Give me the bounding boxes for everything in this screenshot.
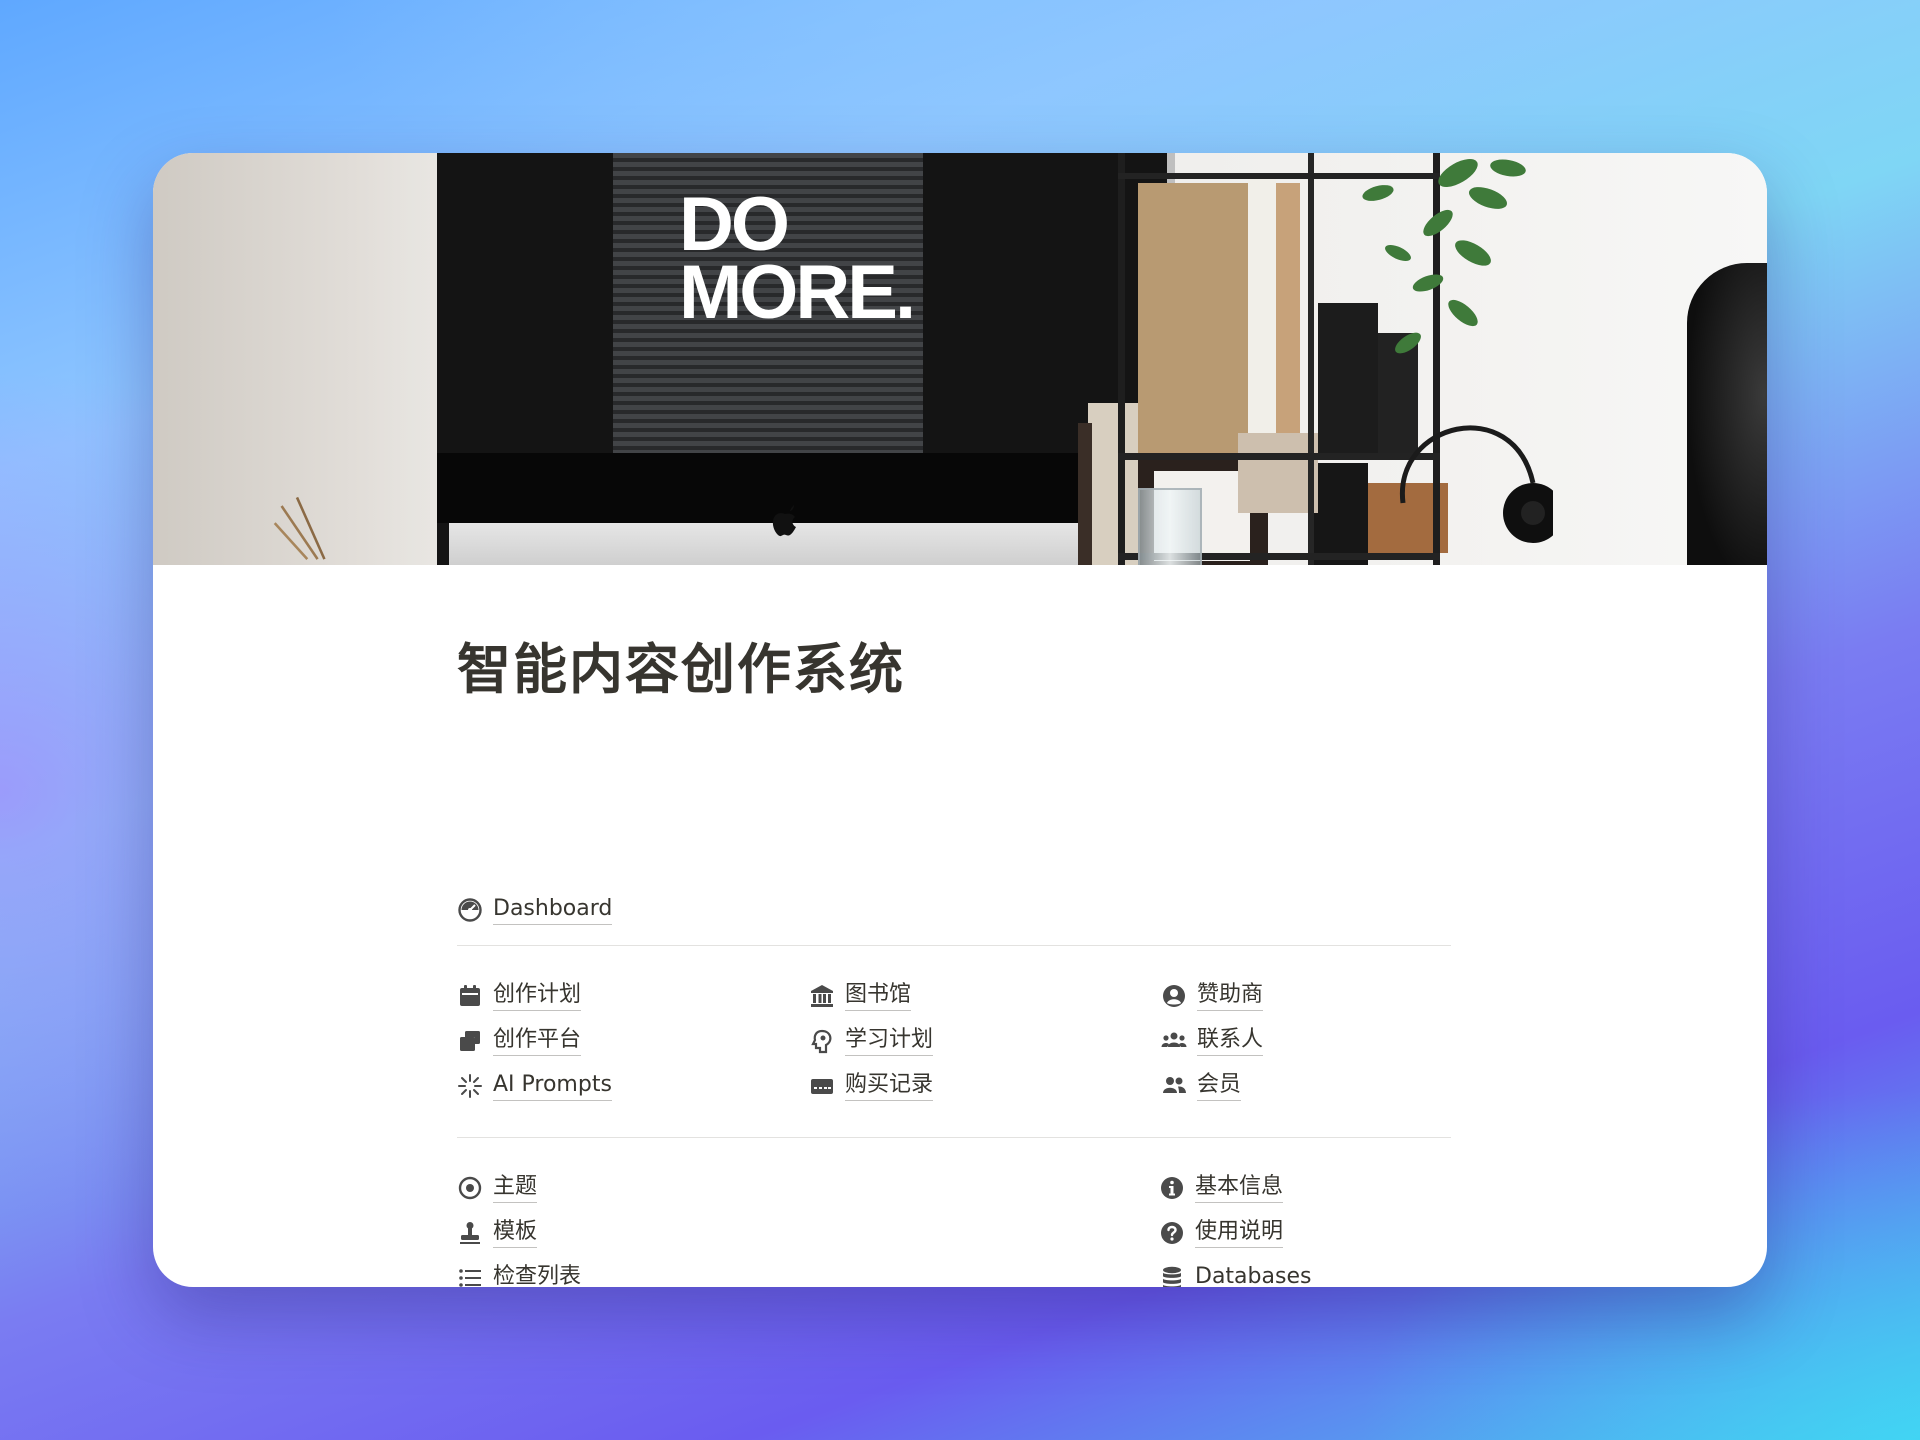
- cover-chair: [1687, 263, 1767, 565]
- info-circle-icon: [1159, 1175, 1185, 1201]
- stamp-icon: [457, 1220, 483, 1246]
- link-basic-info[interactable]: 基本信息: [1159, 1173, 1284, 1203]
- link-checklist[interactable]: 检查列表: [457, 1263, 581, 1287]
- divider-middle: [457, 1137, 1451, 1138]
- link-purchase-records-label: 购买记录: [845, 1071, 934, 1101]
- bulleted-list-icon: [457, 1265, 483, 1287]
- link-dashboard[interactable]: Dashboard: [457, 895, 613, 925]
- sparkle-burst-icon: [457, 1073, 483, 1099]
- link-members[interactable]: 会员: [1161, 1071, 1242, 1101]
- cover-reed-sticks: [273, 496, 326, 561]
- link-usage-guide-label: 使用说明: [1195, 1218, 1284, 1248]
- link-creation-platform-label: 创作平台: [493, 1026, 582, 1056]
- cover-glass: [1138, 488, 1202, 565]
- link-checklist-label: 检查列表: [493, 1263, 581, 1287]
- link-sponsors-label: 赞助商: [1197, 981, 1264, 1011]
- page-title: 智能内容创作系统: [457, 638, 905, 701]
- window-stack-icon: [457, 1028, 483, 1054]
- users-group-icon: [1161, 1028, 1187, 1054]
- link-contacts-label: 联系人: [1197, 1026, 1264, 1056]
- credit-card-icon: [809, 1073, 835, 1099]
- link-basic-info-label: 基本信息: [1195, 1173, 1284, 1203]
- link-ai-prompts-label: AI Prompts: [493, 1071, 612, 1101]
- link-themes-label: 主题: [493, 1173, 538, 1203]
- link-library-label: 图书馆: [845, 981, 912, 1011]
- cover-headphones: [1399, 425, 1553, 543]
- link-members-label: 会员: [1197, 1071, 1242, 1101]
- link-templates-label: 模板: [493, 1218, 538, 1248]
- user-circle-icon: [1161, 983, 1187, 1009]
- link-templates[interactable]: 模板: [457, 1218, 538, 1248]
- link-creation-plan[interactable]: 创作计划: [457, 981, 582, 1011]
- link-sponsors[interactable]: 赞助商: [1161, 981, 1264, 1011]
- link-databases[interactable]: Databases: [1159, 1263, 1311, 1287]
- link-usage-guide[interactable]: 使用说明: [1159, 1218, 1284, 1248]
- link-library[interactable]: 图书馆: [809, 981, 912, 1011]
- question-circle-icon: [1159, 1220, 1185, 1246]
- cover-image: DO MORE.: [153, 153, 1767, 565]
- link-databases-label: Databases: [1195, 1263, 1311, 1287]
- two-users-icon: [1161, 1073, 1187, 1099]
- cover-monitor-bottom: [437, 453, 1167, 523]
- link-study-plan-label: 学习计划: [845, 1026, 934, 1056]
- cover-monitor-text: DO MORE.: [679, 182, 916, 335]
- link-creation-plan-label: 创作计划: [493, 981, 582, 1011]
- link-ai-prompts[interactable]: AI Prompts: [457, 1071, 612, 1101]
- cover-text-line1: DO: [679, 182, 790, 267]
- cover-text-line2: MORE.: [679, 250, 916, 335]
- divider-top: [457, 945, 1451, 946]
- library-building-icon: [809, 983, 835, 1009]
- cover-monitor-chin: [449, 523, 1167, 565]
- brain-head-icon: [809, 1028, 835, 1054]
- apple-logo-icon: [772, 505, 796, 537]
- link-dashboard-label: Dashboard: [493, 895, 613, 925]
- link-purchase-records[interactable]: 购买记录: [809, 1071, 934, 1101]
- link-themes[interactable]: 主题: [457, 1173, 538, 1203]
- link-contacts[interactable]: 联系人: [1161, 1026, 1264, 1056]
- link-study-plan[interactable]: 学习计划: [809, 1026, 934, 1056]
- link-creation-platform[interactable]: 创作平台: [457, 1026, 582, 1056]
- dashboard-gauge-icon: [457, 897, 483, 923]
- database-icon: [1159, 1265, 1185, 1287]
- page-window: DO MORE. 智能内容创作系统 Dashboard 创作计划 创作平台 AI…: [153, 153, 1767, 1287]
- target-icon: [457, 1175, 483, 1201]
- calendar-icon: [457, 983, 483, 1009]
